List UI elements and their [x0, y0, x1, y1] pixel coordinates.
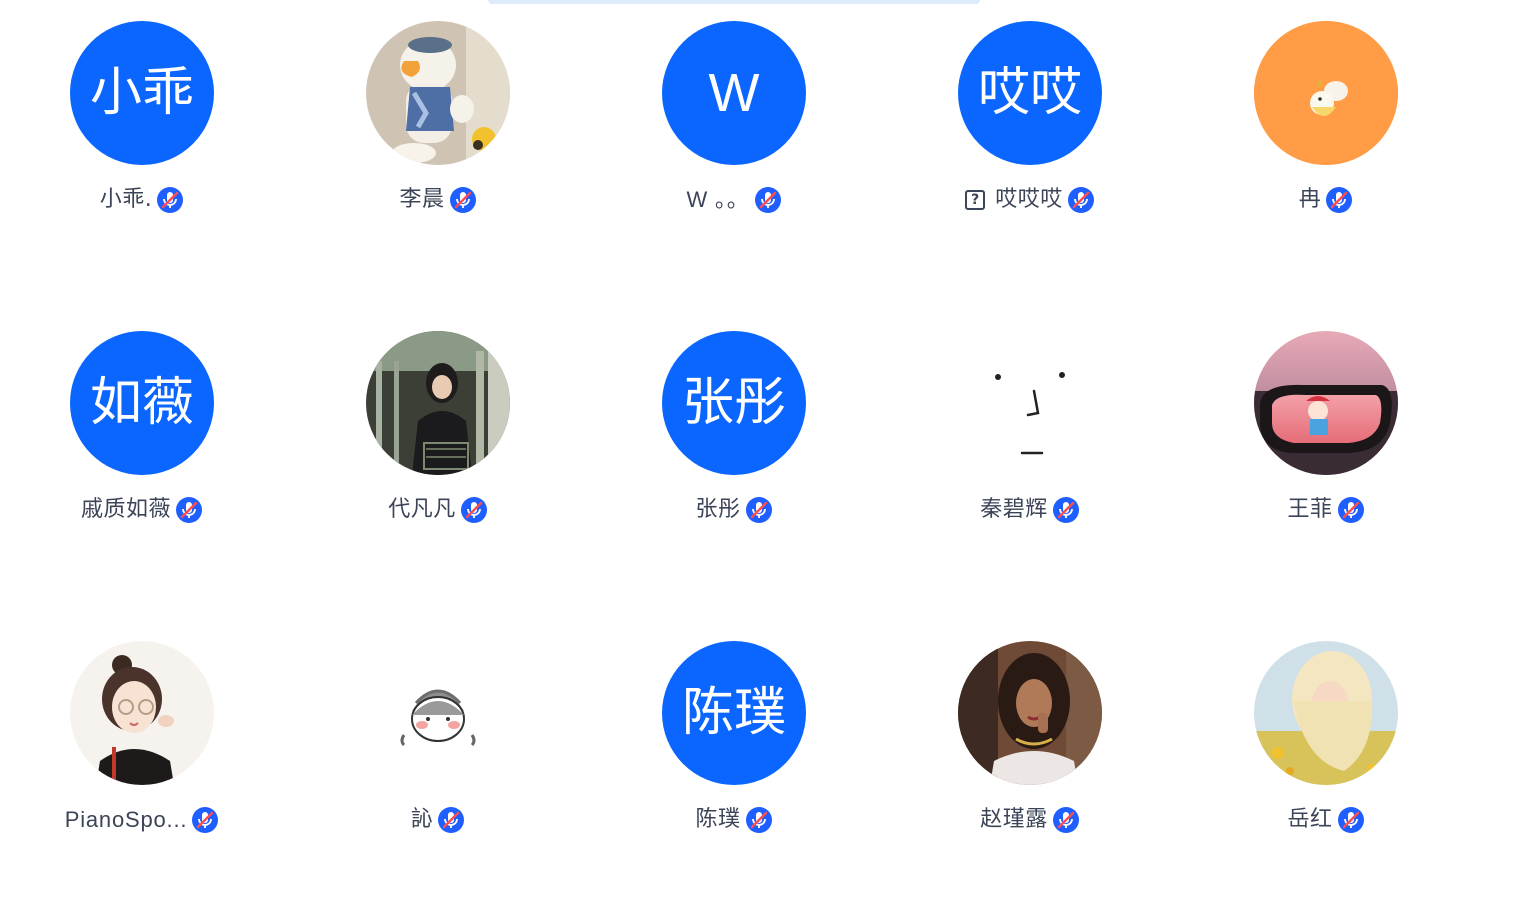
- participant-tile[interactable]: 哎哎 ? 哎哎哎: [882, 21, 1178, 251]
- mic-muted-icon: [1052, 807, 1079, 833]
- participant-tile[interactable]: 陈璞 陈璞: [586, 641, 882, 871]
- avatar-face-sketch: [958, 331, 1102, 475]
- participant-name-row: 王菲: [1287, 496, 1364, 524]
- mic-muted-icon: [754, 187, 781, 213]
- participant-tile[interactable]: 王菲: [1178, 331, 1474, 561]
- participant-name: PianoSpo...: [64, 807, 188, 832]
- mic-muted-icon: [449, 187, 476, 213]
- participant-name-row: 张彤: [695, 496, 772, 524]
- avatar: 陈璞: [662, 641, 806, 785]
- participant-tile[interactable]: 訫: [290, 641, 586, 871]
- participant-tile[interactable]: 代凡凡: [290, 331, 586, 561]
- participant-name: 小乖.: [99, 187, 153, 212]
- avatar-initials: 小乖: [89, 63, 194, 123]
- participant-name: 岳红: [1287, 807, 1333, 832]
- avatar: 哎哎: [958, 21, 1102, 165]
- participant-name: 冉: [1298, 187, 1322, 212]
- avatar-illustration-girl: [70, 641, 214, 785]
- participant-name-row: 李晨: [399, 186, 476, 214]
- mic-muted-icon: [745, 807, 772, 833]
- avatar-initials: W: [708, 63, 760, 123]
- avatar-photo-girl-train: [366, 331, 510, 475]
- participant-name-row: 岳红: [1287, 806, 1364, 834]
- avatar: 如薇: [70, 331, 214, 475]
- avatar-photo-car-mirror: [1254, 331, 1398, 475]
- unknown-glyph-icon: ?: [965, 190, 986, 210]
- avatar-orange-chick: [1254, 21, 1398, 165]
- mic-muted-icon: [1326, 187, 1353, 213]
- avatar-photo-blonde-child: [1254, 641, 1398, 785]
- participant-tile[interactable]: 赵瑾露: [882, 641, 1178, 871]
- mic-muted-icon: [1337, 807, 1364, 833]
- participant-name-row: 小乖.: [100, 186, 185, 214]
- participant-name-row: 訫: [411, 806, 466, 834]
- participant-name-row: 代凡凡: [388, 496, 488, 524]
- avatar: 小乖: [70, 21, 214, 165]
- participant-tile[interactable]: 如薇 戚质如薇: [0, 331, 290, 561]
- participant-name: 李晨: [399, 187, 445, 212]
- mic-muted-icon: [192, 807, 219, 833]
- avatar-photo-duck: [366, 21, 510, 165]
- participant-tile[interactable]: 张彤 张彤: [586, 331, 882, 561]
- avatar-initials: 张彤: [681, 373, 786, 433]
- participant-name: W 。。: [686, 187, 750, 212]
- participant-name-row: W 。。: [686, 186, 781, 214]
- mic-muted-icon: [1337, 497, 1364, 523]
- participant-name: 王菲: [1287, 497, 1333, 522]
- mic-muted-icon: [1067, 187, 1094, 213]
- participant-tile[interactable]: 岳红: [1178, 641, 1474, 871]
- participant-name-row: 陈璞: [695, 806, 772, 834]
- participant-name-row: 赵瑾露: [980, 806, 1080, 834]
- avatar: W: [662, 21, 806, 165]
- participant-name-row: PianoSpo...: [65, 806, 220, 834]
- mic-muted-icon: [157, 187, 184, 213]
- mic-muted-icon: [460, 497, 487, 523]
- mic-muted-icon: [438, 807, 465, 833]
- participant-name: 陈璞: [695, 807, 741, 832]
- participant-tile[interactable]: W W 。。: [586, 21, 882, 251]
- participant-name: 张彤: [695, 497, 741, 522]
- mic-muted-icon: [1052, 497, 1079, 523]
- participant-tile[interactable]: 小乖 小乖.: [0, 21, 290, 251]
- participant-name: 訫: [410, 807, 434, 832]
- avatar-initials: 陈璞: [681, 683, 786, 743]
- avatar-cartoon-kid: [366, 641, 510, 785]
- avatar-initials: 如薇: [89, 373, 194, 433]
- participant-tile[interactable]: 冉: [1178, 21, 1474, 251]
- participant-name-row: 冉: [1299, 186, 1354, 214]
- participant-name: 哎哎哎: [995, 187, 1063, 212]
- avatar: 张彤: [662, 331, 806, 475]
- participant-grid: 小乖 小乖. 李晨 W W 。。 哎哎 ? 哎哎哎 冉 如薇 戚质如薇 代凡凡 …: [0, 0, 1540, 922]
- mic-muted-icon: [745, 497, 772, 523]
- participant-name: 赵瑾露: [980, 807, 1048, 832]
- avatar-initials: 哎哎: [977, 63, 1082, 123]
- participant-name-row: ? 哎哎哎: [965, 186, 1095, 214]
- participant-tile[interactable]: PianoSpo...: [0, 641, 290, 871]
- participant-name: 戚质如薇: [80, 497, 171, 522]
- mic-muted-icon: [176, 497, 202, 523]
- participant-tile[interactable]: 李晨: [290, 21, 586, 251]
- participant-tile[interactable]: 秦碧辉: [882, 331, 1178, 561]
- participant-name-row: 戚质如薇: [81, 496, 203, 524]
- participant-name: 代凡凡: [388, 497, 456, 522]
- participant-name: 秦碧辉: [980, 497, 1048, 522]
- avatar-photo-woman: [958, 641, 1102, 785]
- participant-name-row: 秦碧辉: [980, 496, 1080, 524]
